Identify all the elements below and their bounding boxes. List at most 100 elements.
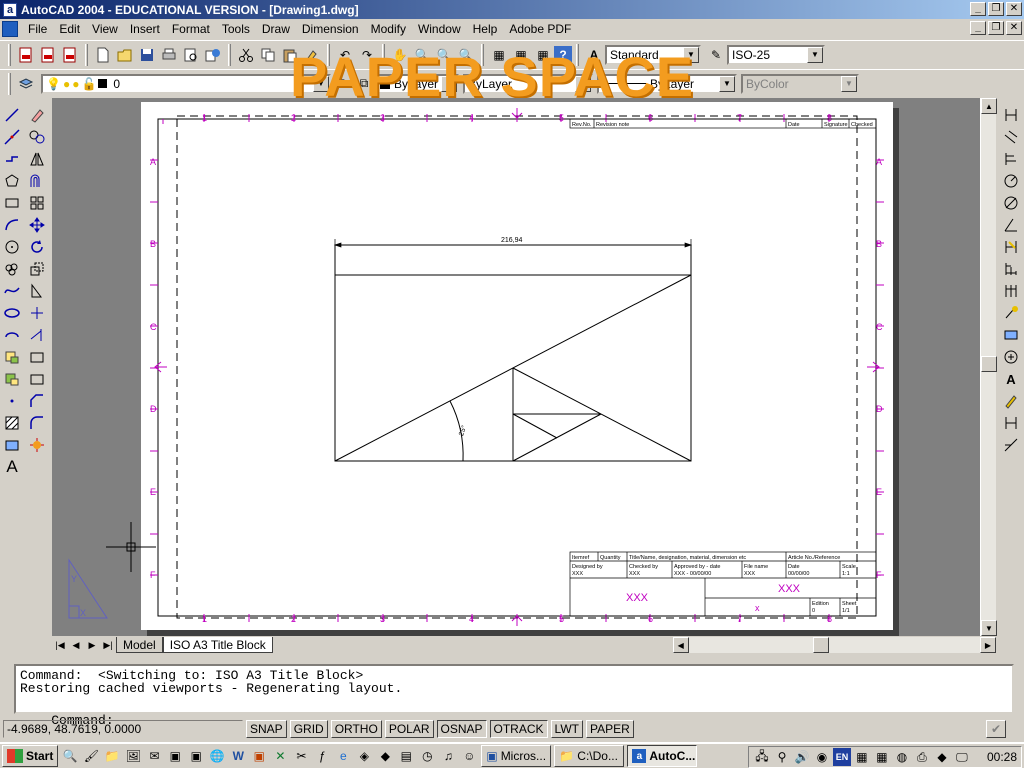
trim-icon[interactable]	[26, 302, 48, 324]
tab-model[interactable]: Model	[116, 637, 163, 653]
dimension-update-icon[interactable]	[1000, 412, 1022, 434]
menu-draw[interactable]: Draw	[256, 22, 296, 36]
language-indicator[interactable]: EN	[832, 748, 851, 766]
dimension-style-icon[interactable]: ✎	[705, 44, 727, 66]
scroll-left-button[interactable]: ◀	[672, 637, 689, 653]
layer-manager-icon[interactable]	[15, 73, 37, 95]
last-tab-icon[interactable]: ▶|	[100, 637, 116, 653]
start-button[interactable]: Start	[2, 745, 59, 767]
doc-close-button[interactable]: ✕	[1006, 21, 1022, 35]
fillet-icon[interactable]	[26, 412, 48, 434]
radius-dimension-icon[interactable]	[1000, 170, 1022, 192]
circle-icon[interactable]	[1, 236, 23, 258]
document-icon[interactable]	[2, 21, 18, 37]
baseline-dimension-icon[interactable]	[1000, 258, 1022, 280]
publish-icon[interactable]	[202, 44, 224, 66]
toolbar-grip[interactable]	[8, 72, 11, 95]
ortho-toggle[interactable]: ORTHO	[330, 720, 382, 738]
new-file-icon[interactable]	[92, 44, 114, 66]
rectangle-icon[interactable]	[1, 192, 23, 214]
plot-preview-icon[interactable]	[180, 44, 202, 66]
network-icon[interactable]: 🖧	[753, 748, 771, 766]
cut-icon[interactable]	[235, 44, 257, 66]
autocad-app-icon[interactable]: a	[3, 2, 17, 17]
region-icon[interactable]	[1, 434, 23, 456]
pdf-icon[interactable]	[15, 44, 37, 66]
plot-icon[interactable]	[158, 44, 180, 66]
diameter-dimension-icon[interactable]	[1000, 192, 1022, 214]
dim-style-select[interactable]: ISO-25 ▼	[727, 44, 825, 65]
tray-settings-icon[interactable]: ✔	[986, 720, 1006, 738]
restore-button[interactable]: ❐	[988, 2, 1004, 16]
paper-toggle[interactable]: PAPER	[585, 720, 634, 738]
media-icon[interactable]: ▣	[166, 747, 184, 765]
polyline-icon[interactable]	[1, 148, 23, 170]
stretch-icon[interactable]	[26, 280, 48, 302]
quick-dimension-icon[interactable]	[1000, 236, 1022, 258]
menu-edit[interactable]: Edit	[53, 22, 86, 36]
chamfer-icon[interactable]	[26, 390, 48, 412]
ie-icon[interactable]: e	[334, 747, 352, 765]
doc-minimize-button[interactable]: _	[970, 21, 986, 35]
excel-icon[interactable]: ✕	[271, 747, 289, 765]
minimize-button[interactable]: _	[970, 2, 986, 16]
quick-leader-icon[interactable]	[1000, 302, 1022, 324]
vertical-scrollbar[interactable]: ▲ ▼	[980, 98, 997, 636]
coordinate-display[interactable]: -4.9689, 48.7619, 0.0000	[3, 720, 243, 738]
copy-object-icon[interactable]	[26, 126, 48, 148]
menu-view[interactable]: View	[86, 22, 124, 36]
open-folder-icon[interactable]	[114, 44, 136, 66]
app-icon[interactable]: ▣	[187, 747, 205, 765]
dvd-icon[interactable]: ◈	[355, 747, 373, 765]
erase-icon[interactable]	[26, 104, 48, 126]
array-icon[interactable]	[26, 192, 48, 214]
scroll-up-button[interactable]: ▲	[981, 98, 997, 114]
tool-icon[interactable]: ✂	[292, 747, 310, 765]
plotstyle-select[interactable]: ByColor ▼	[741, 73, 859, 94]
security-icon[interactable]: ◉	[813, 748, 831, 766]
word-icon[interactable]: W	[229, 747, 247, 765]
spline-icon[interactable]	[1, 280, 23, 302]
tab-iso-a3-title-block[interactable]: ISO A3 Title Block	[162, 637, 273, 653]
scroll-thumb[interactable]	[981, 356, 997, 372]
toolbar-grip[interactable]	[8, 43, 11, 66]
archive-icon[interactable]: ▤	[397, 747, 415, 765]
connection-icon[interactable]: ⚲	[773, 748, 791, 766]
dimension-text-edit-icon[interactable]	[1000, 390, 1022, 412]
grid-toggle[interactable]: GRID	[289, 720, 328, 738]
menu-insert[interactable]: Insert	[124, 22, 166, 36]
pdf-email-icon[interactable]	[37, 44, 59, 66]
hscroll-thumb[interactable]	[812, 637, 829, 653]
save-icon[interactable]	[136, 44, 158, 66]
powerpoint-icon[interactable]: ▣	[250, 747, 268, 765]
menu-window[interactable]: Window	[412, 22, 467, 36]
scroll-right-button[interactable]: ▶	[980, 637, 996, 653]
drawing-canvas[interactable]: 1 2 3 4 5 6 7 8 1 2 3 4 5 6 7 8 A B C D	[141, 102, 893, 630]
toolbar-grip[interactable]	[228, 43, 231, 66]
snap-toggle[interactable]: SNAP	[246, 720, 287, 738]
polygon-icon[interactable]	[1, 170, 23, 192]
scroll-down-button[interactable]: ▼	[981, 620, 997, 636]
doc-restore-button[interactable]: ❐	[988, 21, 1004, 35]
volume-icon[interactable]: 🔊	[793, 748, 811, 766]
point-icon[interactable]	[1, 390, 23, 412]
chevron-down-icon[interactable]: ▼	[807, 46, 823, 63]
revision-cloud-icon[interactable]	[1, 258, 23, 280]
make-block-icon[interactable]	[1, 368, 23, 390]
angular-dimension-icon[interactable]	[1000, 214, 1022, 236]
task-autocad[interactable]: a AutoC...	[627, 745, 698, 767]
aligned-dimension-icon[interactable]	[1000, 126, 1022, 148]
menu-help[interactable]: Help	[467, 22, 504, 36]
menu-adobe-pdf[interactable]: Adobe PDF	[503, 22, 577, 36]
lwt-toggle[interactable]: LWT	[550, 720, 583, 738]
menu-file[interactable]: File	[22, 22, 53, 36]
multiline-text-icon[interactable]: A	[1, 456, 23, 478]
ordinate-dimension-icon[interactable]	[1000, 148, 1022, 170]
break-at-point-icon[interactable]	[26, 346, 48, 368]
arc-icon[interactable]	[1, 214, 23, 236]
tray-app-icon[interactable]: ◍	[893, 748, 911, 766]
polar-toggle[interactable]: POLAR	[384, 720, 434, 738]
menu-tools[interactable]: Tools	[216, 22, 256, 36]
mail-icon[interactable]: ✉	[145, 747, 163, 765]
game-icon[interactable]: ☺	[460, 747, 478, 765]
